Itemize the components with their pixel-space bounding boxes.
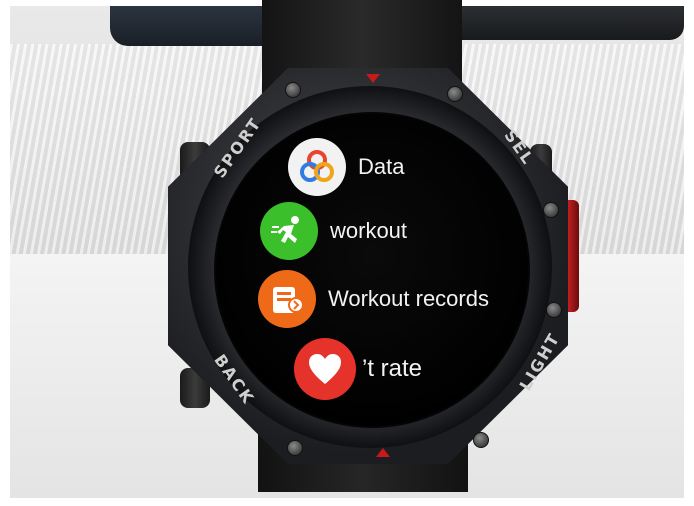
bezel-screw	[543, 202, 559, 218]
menu-label-workout: workout	[330, 218, 408, 243]
records-document-icon	[258, 270, 316, 328]
bezel-screw	[285, 82, 301, 98]
menu-item-workout[interactable]: workout	[260, 202, 407, 260]
background-strap-left	[110, 6, 280, 46]
background-strap-right	[440, 6, 684, 40]
menu-label-heart-rate: ’t rate	[362, 355, 423, 382]
menu-item-data[interactable]: Data	[288, 138, 404, 196]
data-circles-icon	[288, 138, 346, 196]
bezel-screw	[473, 432, 489, 448]
bezel-marker-bottom	[376, 448, 390, 457]
running-person-icon	[260, 202, 318, 260]
menu-item-workout-records[interactable]: Workout records	[258, 270, 489, 328]
menu-label-data: Data	[358, 154, 405, 179]
bezel-screw	[287, 440, 303, 456]
bezel-screw	[447, 86, 463, 102]
menu-label-workout-records: Workout records	[328, 286, 489, 311]
bezel-screw	[546, 302, 562, 318]
bezel-marker-top	[366, 74, 380, 83]
watch-screen: Data workout Workout records ’t rate	[214, 112, 530, 428]
menu-item-heart-rate[interactable]: ’t rate	[294, 338, 422, 400]
heart-icon	[294, 338, 356, 400]
